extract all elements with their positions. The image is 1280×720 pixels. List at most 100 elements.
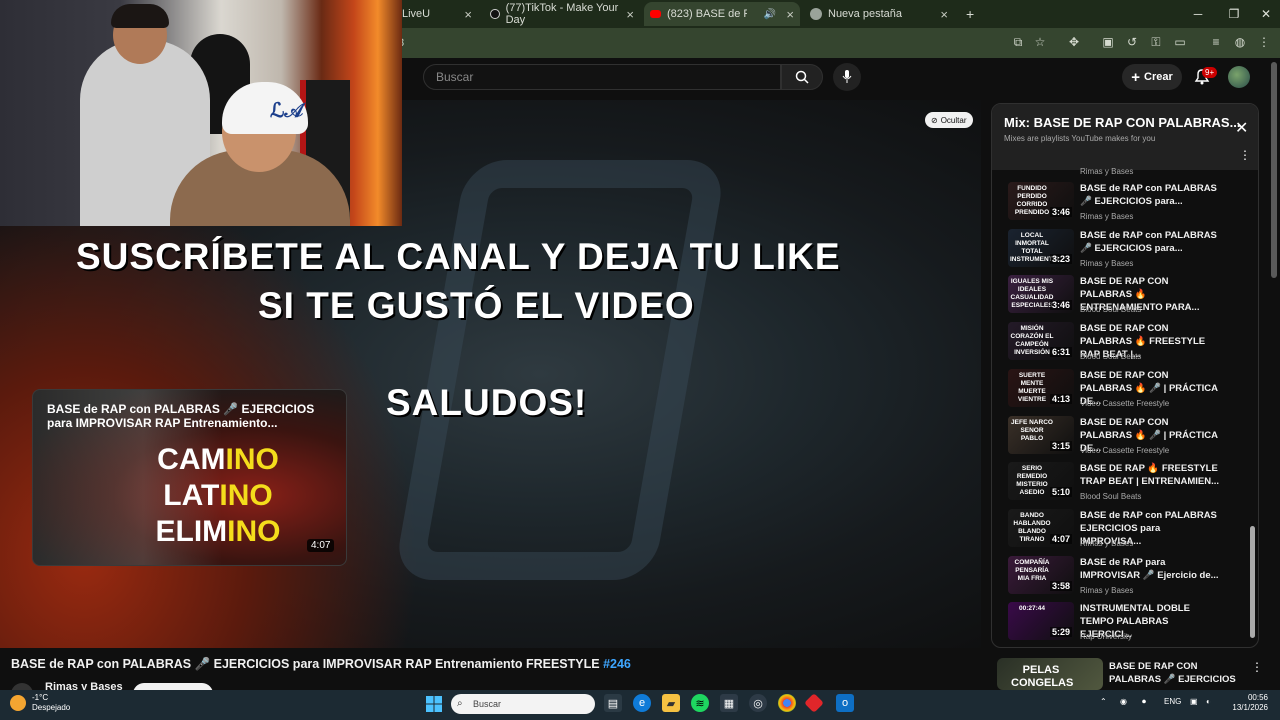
user-avatar[interactable] [1228,66,1250,88]
video-title: BASE de RAP con PALABRAS 🎤 EJERCICIOS pa… [11,657,631,672]
profile-icon[interactable]: ◍ [1232,34,1248,50]
restore-button[interactable]: ❐ [1216,0,1252,28]
playlist-item[interactable]: BANDO HABLANDO BLANDO TIRANO 4:07 BASE de … [1008,508,1248,553]
playlist-item[interactable]: MISIÓN CORAZÓN EL CAMPEÓN INVERSIÓN 6:31 B… [1008,322,1248,366]
tab-search-icon[interactable]: ▣ [1100,34,1116,50]
network-icon[interactable]: ▣ [1190,697,1198,706]
clock-date: 13/1/2026 [1232,703,1268,712]
card-icon[interactable]: ▭ [1172,34,1188,50]
more-options-icon[interactable]: ⋮ [1251,660,1263,674]
playlist-item[interactable]: JEFE NARCO SENOR PABLO 3:15 BASE DE RAP CO… [1008,415,1248,460]
bookmark-star-icon[interactable]: ☆ [1032,34,1048,50]
weather-temp: -1°C [32,693,49,702]
extensions-icon[interactable]: ✥ [1066,34,1082,50]
speaker-icon[interactable]: 🔊 [764,9,776,20]
close-playlist-icon[interactable]: ✕ [1235,118,1248,138]
thumbnail-text: IGUALES MIS IDEALES CASUALIDAD ESPECIALE… [1010,278,1054,310]
video-hashtag[interactable]: #246 [603,657,631,671]
playlist-item[interactable]: IGUALES MIS IDEALES CASUALIDAD ESPECIALE… [1008,275,1248,319]
edge-icon[interactable]: e [633,694,651,712]
playlist-item-duration: 6:31 [1049,347,1072,358]
file-explorer-icon[interactable]: ▰ [662,694,680,712]
search-button[interactable] [781,64,823,90]
tab-liveu[interactable]: LiveU × [396,2,478,26]
plus-icon: + [1131,68,1140,86]
taskbar-search[interactable]: ⌕ Buscar [451,694,595,714]
spotify-icon[interactable]: ≋ [691,694,709,712]
thumbnail-text: COMPAÑÍA PENSARÍA MIA FRIA [1014,558,1050,582]
playlist-item-duration: 3:46 [1049,207,1072,217]
language-indicator[interactable]: ENG [1164,697,1181,706]
miniplayer-card[interactable]: BASE de RAP con PALABRAS 🎤 EJERCICIOS pa… [32,389,347,566]
outlook-icon[interactable]: o [836,694,854,712]
new-tab-button[interactable]: + [960,2,980,26]
minimize-button[interactable]: ─ [1180,0,1216,28]
media-icon[interactable]: ≡ [1208,34,1224,50]
tab-label: Nueva pestaña [828,8,902,20]
menu-icon[interactable]: ⋮ [1256,34,1272,50]
key-icon[interactable]: ⚿ [1148,34,1164,50]
webcam-overlay: ℒ𝒜 [0,0,402,226]
thumbnail-text: JEFE NARCO SENOR PABLO [1011,418,1053,442]
thumbnail-text: MISIÓN CORAZÓN EL CAMPEÓN INVERSIÓN [1010,325,1054,357]
playlist-item-duration: 5:29 [1049,627,1072,638]
close-tab-icon[interactable]: × [940,7,948,22]
playlist-thumbnail: MISIÓN CORAZÓN EL CAMPEÓN INVERSIÓN 6:31 [1008,322,1074,361]
playlist-item[interactable]: SUERTE MENTE MUERTE VIENTRE 4:13 BASE DE R… [1008,368,1248,413]
close-tab-icon[interactable]: × [626,7,634,22]
chrome-taskbar-icon[interactable] [778,694,796,712]
tray-chevron-icon[interactable]: ⌃ [1100,697,1107,706]
playlist-item-channel: Rap University [1080,632,1133,642]
windows-start-icon[interactable] [425,695,443,713]
playlist-item[interactable]: 00:27:44 5:29 INSTRUMENTAL DOBLE TEMPO PAL… [1008,602,1248,646]
more-options-icon[interactable]: ⋮ [1239,148,1251,162]
weather-condition: Despejado [32,703,71,712]
tab-new[interactable]: Nueva pestaña × [804,2,954,26]
youtube-icon [650,10,661,18]
close-window-button[interactable]: ✕ [1248,0,1280,28]
create-button[interactable]: + Crear [1122,64,1182,90]
volume-icon[interactable]: ◐ [1206,697,1211,706]
steam-icon[interactable]: ◎ [749,694,767,712]
overlay-line-2: SI TE GUSTÓ EL VIDEO [258,285,695,326]
tab-youtube[interactable]: (823) BASE de RAP con PAL 🔊 × [644,2,800,26]
history-icon[interactable]: ↺ [1124,34,1140,50]
store-icon[interactable]: ▦ [720,694,738,712]
playlist-scroll-thumb[interactable] [1250,526,1255,638]
search-icon: ⌕ [457,698,463,709]
task-view-icon[interactable]: ▤ [604,694,622,712]
playlist-item[interactable]: SERIO REMEDIO MISTERIO ASEDIO 5:10 BASE DE… [1008,462,1248,506]
thumbnail-text: SUERTE MENTE MUERTE VIENTRE [1017,371,1047,403]
player-bg-shape [392,160,728,580]
playlist-item-duration: 4:07 [1049,533,1072,544]
search-input[interactable]: Buscar [423,64,781,90]
page-scrollbar[interactable] [1271,62,1277,278]
close-tab-icon[interactable]: × [786,7,794,22]
tab-label: (823) BASE de RAP con PAL [667,8,747,20]
playlist-item[interactable]: FUNDIDO PERDIDO CORRIDO PRENDIDO 3:46 BASE… [1008,182,1248,226]
miniplayer-duration: 4:07 [307,539,335,552]
clock[interactable]: 00:56 13/1/2026 [1230,693,1268,713]
playlist-scrollbar[interactable] [1250,172,1255,638]
weather-widget[interactable]: -1°C Despejado [10,693,70,713]
tab-tiktok[interactable]: (77)TikTok - Make Your Day × [484,2,640,26]
playlist-item[interactable]: LOCAL INMORTAL TOTAL INSTRUMENTAL 3:23 BAS… [1008,228,1248,273]
playlist-thumbnail: LOCAL INMORTAL TOTAL INSTRUMENTAL 3:23 [1008,228,1074,267]
related-video[interactable]: PELAS CONGELAS BASE DE RAP CON PALABRAS … [997,658,1263,698]
install-app-icon[interactable]: ⧉ [1010,34,1026,50]
close-tab-icon[interactable]: × [464,7,472,22]
weather-text: -1°C Despejado [32,693,70,713]
tray-mic-icon[interactable]: ⏺ [1142,697,1146,707]
playlist-header: Mix: BASE DE RAP CON PALABRAS... Mixes a… [992,104,1258,170]
playlist-item-channel: Video Cassette Freestyle [1080,445,1170,455]
tray-app-icon[interactable]: ◉ [1120,697,1127,706]
playlist-item-channel: Blood Soul Beats [1080,492,1142,502]
playlist-item-duration: 3:15 [1049,440,1072,451]
voice-search-button[interactable] [833,63,861,91]
thumbnail-text: SERIO REMEDIO MISTERIO ASEDIO [1016,465,1048,497]
word-stem: CAM [157,443,226,476]
hide-button[interactable]: ⊘ Ocultar [925,112,973,128]
weather-sun-icon [10,695,26,711]
playlist-item[interactable]: COMPAÑÍA PENSARÍA MIA FRIA 3:58 BASE de RA… [1008,555,1248,600]
word-rhyme: INO [225,443,279,476]
